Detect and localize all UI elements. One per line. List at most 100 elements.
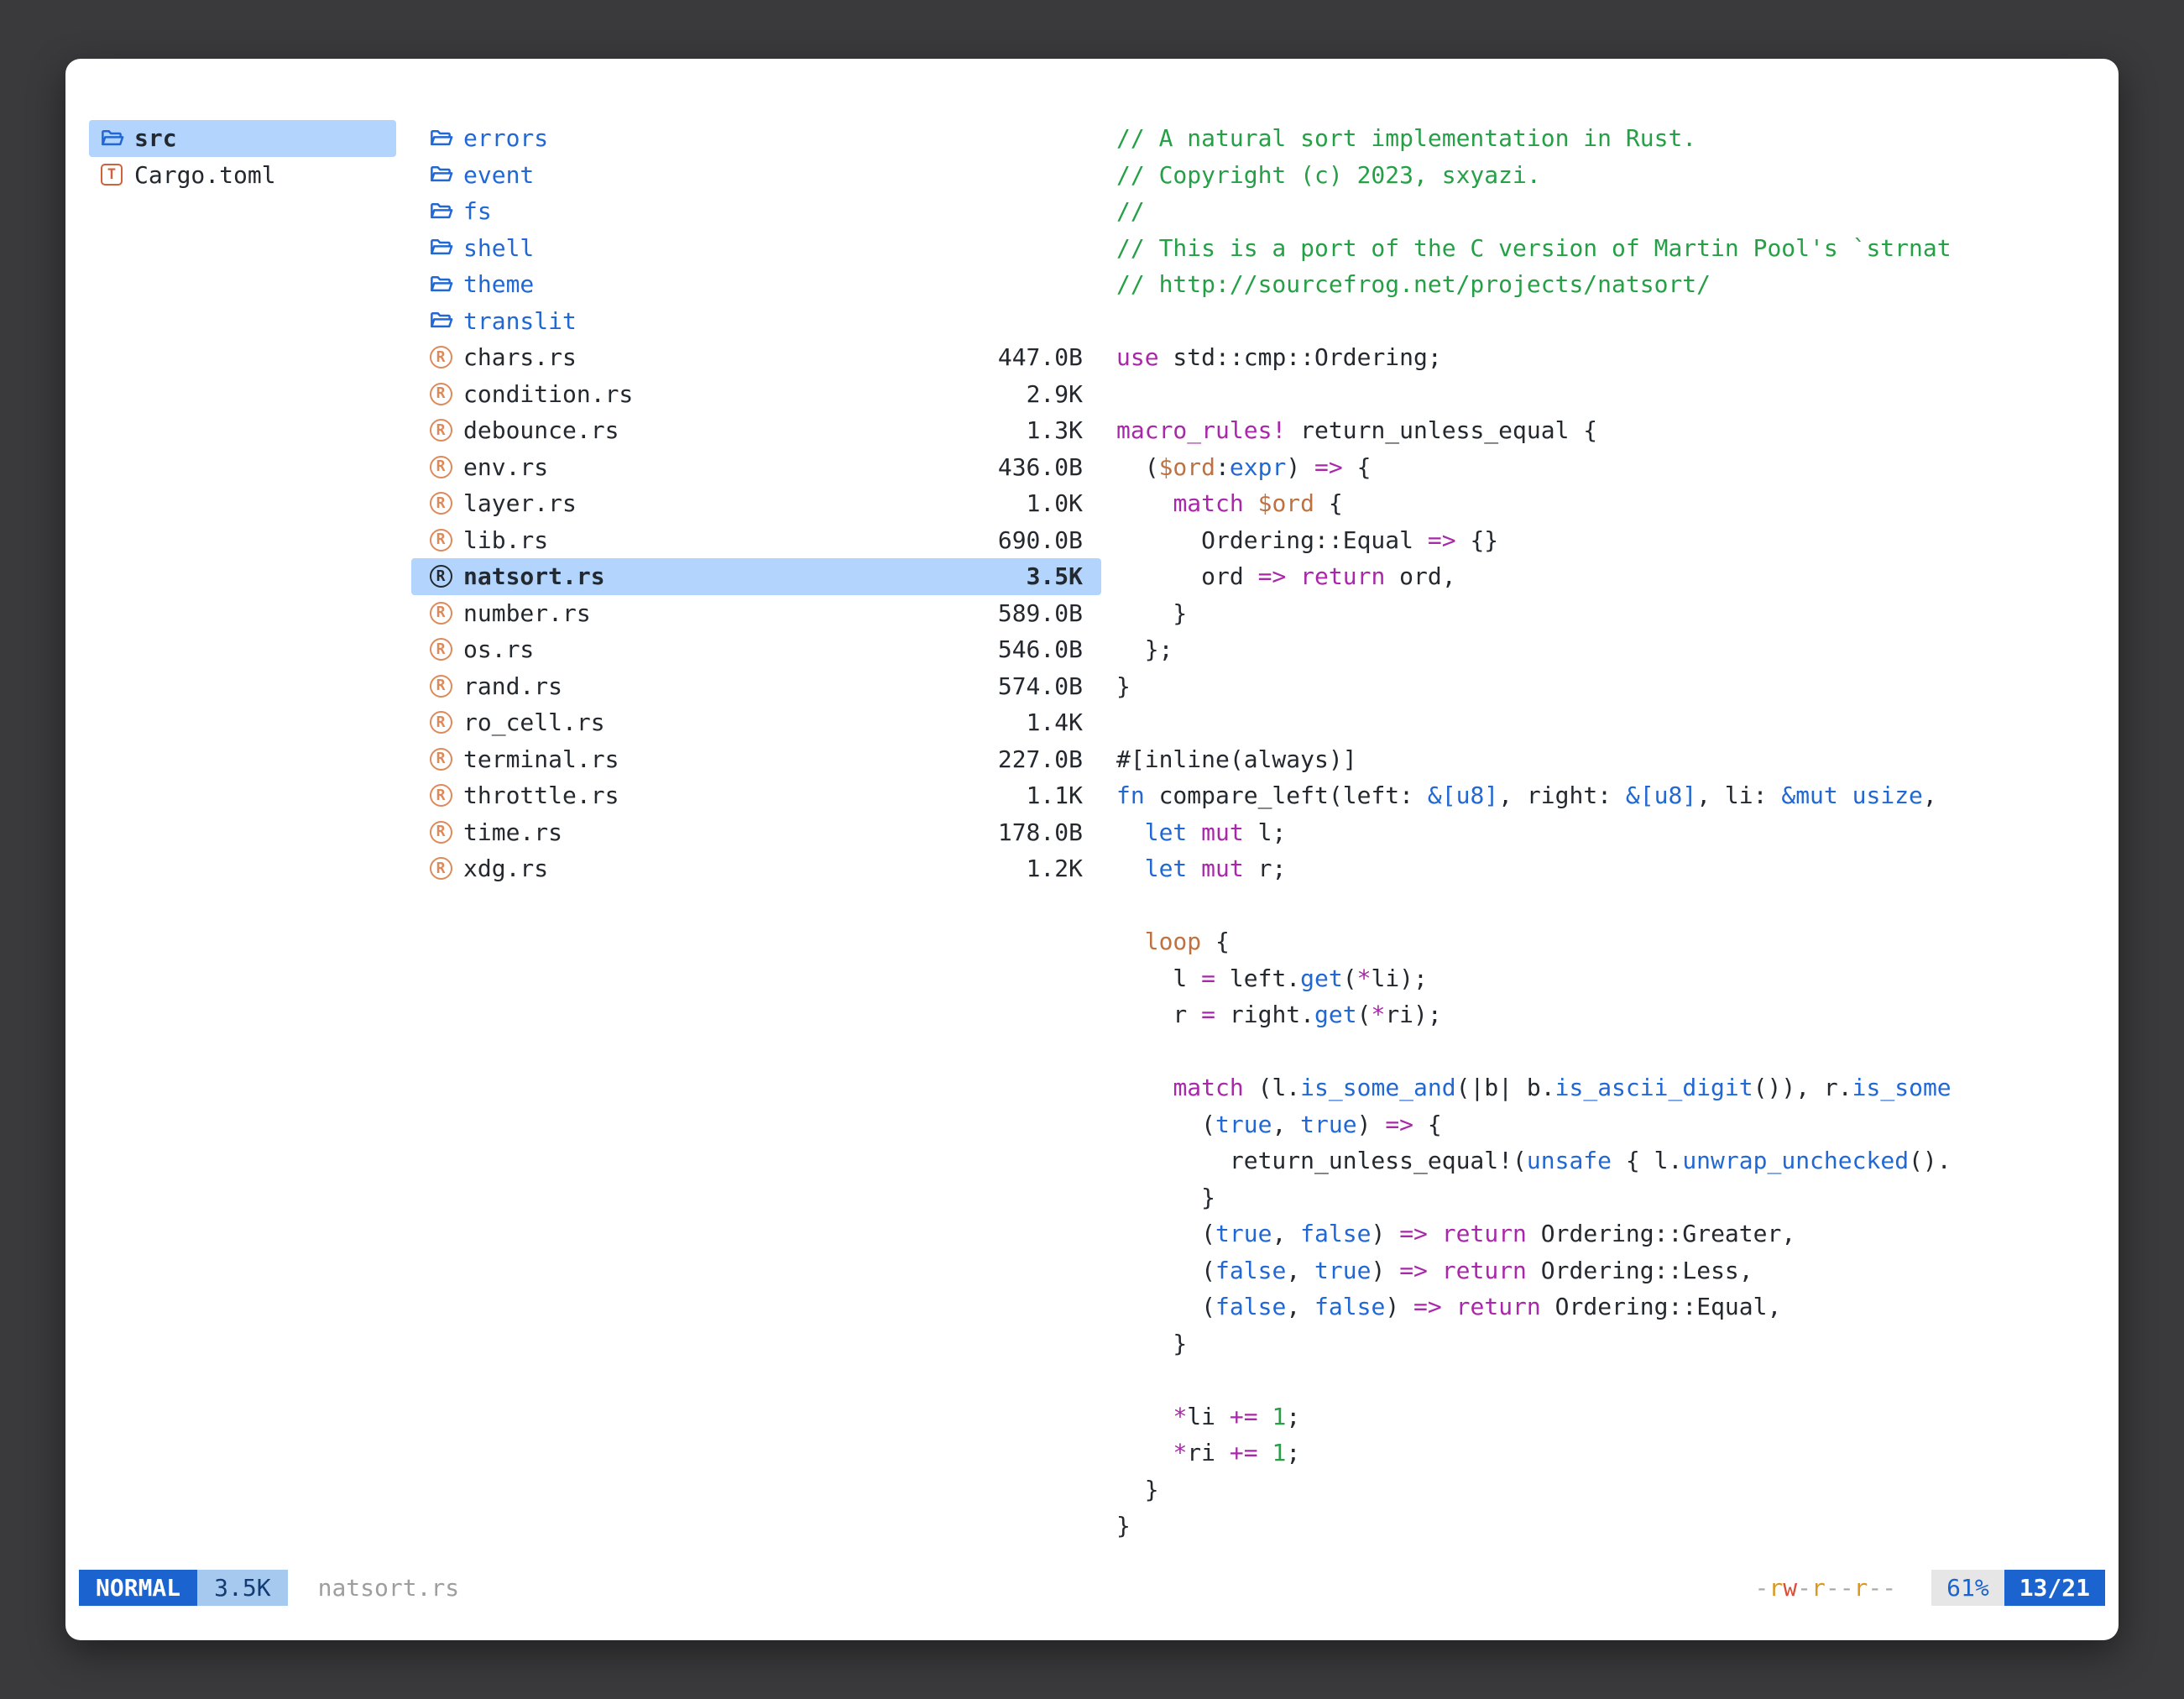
code-line: ord => return ord, xyxy=(1116,558,2119,595)
folder-icon xyxy=(428,308,453,333)
yazi-window: R T src R T Cargo.toml xyxy=(65,59,2119,1640)
file-size: 1.2K xyxy=(1027,855,1083,882)
file-row[interactable]: R T shell xyxy=(411,230,1101,267)
file-row[interactable]: R T event xyxy=(411,157,1101,194)
file-row[interactable]: R T time.rs 178.0B xyxy=(411,814,1101,851)
file-size: 3.5K xyxy=(1027,562,1083,590)
file-name: src xyxy=(134,124,177,152)
code-line: // Copyright (c) 2023, sxyazi. xyxy=(1116,157,2119,194)
file-icon-wrap: R T xyxy=(426,272,455,297)
file-size: 690.0B xyxy=(998,526,1083,554)
code-line: // http://sourcefrog.net/projects/natsor… xyxy=(1116,266,2119,303)
file-size: 436.0B xyxy=(998,453,1083,481)
file-row[interactable]: R T theme xyxy=(411,266,1101,303)
file-icon-wrap: R T xyxy=(426,857,455,880)
file-size: 1.0K xyxy=(1027,489,1083,517)
file-icon-wrap: R T xyxy=(426,638,455,661)
file-size: 178.0B xyxy=(998,818,1083,846)
code-line: } xyxy=(1116,1472,2119,1508)
file-name: errors xyxy=(463,124,548,152)
permissions: -rw-r--r-- xyxy=(1755,1574,1897,1602)
file-row[interactable]: R T os.rs 546.0B xyxy=(411,631,1101,668)
rust-file-icon: R xyxy=(430,711,452,734)
file-row[interactable]: R T lib.rs 690.0B xyxy=(411,522,1101,559)
file-icon-wrap: R T xyxy=(426,419,455,442)
file-name: fs xyxy=(463,197,492,225)
file-row[interactable]: R T natsort.rs 3.5K xyxy=(411,558,1101,595)
file-row[interactable]: R T errors xyxy=(411,120,1101,157)
file-name: terminal.rs xyxy=(463,745,619,773)
file-name: translit xyxy=(463,307,577,335)
code-line: (false, true) => return Ordering::Less, xyxy=(1116,1252,2119,1289)
file-name: os.rs xyxy=(463,635,534,663)
file-icon-wrap: R T xyxy=(426,126,455,151)
folder-icon xyxy=(428,199,453,224)
current-pane: R T errors R T event R xyxy=(411,120,1101,887)
file-icon-wrap: R T xyxy=(426,565,455,588)
file-name: env.rs xyxy=(463,453,548,481)
rust-file-icon: R xyxy=(430,383,452,405)
file-icon-wrap: R T xyxy=(97,126,126,151)
file-name: throttle.rs xyxy=(463,782,619,809)
file-row[interactable]: R T fs xyxy=(411,193,1101,230)
file-row[interactable]: R T throttle.rs 1.1K xyxy=(411,777,1101,814)
file-row[interactable]: R T Cargo.toml xyxy=(89,157,396,194)
file-icon-wrap: R T xyxy=(426,235,455,260)
folder-icon xyxy=(428,235,453,260)
code-line: // xyxy=(1116,193,2119,230)
file-name: Cargo.toml xyxy=(134,161,276,189)
file-size: 574.0B xyxy=(998,672,1083,700)
file-size: 447.0B xyxy=(998,343,1083,371)
file-name: chars.rs xyxy=(463,343,577,371)
rust-file-icon: R xyxy=(430,565,452,588)
code-line: use std::cmp::Ordering; xyxy=(1116,339,2119,376)
rust-file-icon: R xyxy=(430,784,452,807)
file-row[interactable]: R T ro_cell.rs 1.4K xyxy=(411,704,1101,741)
file-size: 1.1K xyxy=(1027,782,1083,809)
code-line: let mut l; xyxy=(1116,814,2119,851)
code-line xyxy=(1116,1362,2119,1398)
file-name: layer.rs xyxy=(463,489,577,517)
file-row[interactable]: R T chars.rs 447.0B xyxy=(411,339,1101,376)
file-row[interactable]: R T condition.rs 2.9K xyxy=(411,376,1101,413)
code-line: } xyxy=(1116,595,2119,632)
code-line: #[inline(always)] xyxy=(1116,741,2119,778)
code-line: // This is a port of the C version of Ma… xyxy=(1116,230,2119,267)
rust-file-icon: R xyxy=(430,346,452,369)
file-name: event xyxy=(463,161,534,189)
code-line xyxy=(1116,303,2119,340)
file-name: natsort.rs xyxy=(463,562,605,590)
file-row[interactable]: R T debounce.rs 1.3K xyxy=(411,412,1101,449)
file-name: ro_cell.rs xyxy=(463,708,605,736)
file-row[interactable]: R T rand.rs 574.0B xyxy=(411,668,1101,705)
code-line: fn compare_left(left: &[u8], right: &[u8… xyxy=(1116,777,2119,814)
file-row[interactable]: R T translit xyxy=(411,303,1101,340)
file-row[interactable]: R T terminal.rs 227.0B xyxy=(411,741,1101,778)
file-size: 1.4K xyxy=(1027,708,1083,736)
file-name: lib.rs xyxy=(463,526,548,554)
file-row[interactable]: R T layer.rs 1.0K xyxy=(411,485,1101,522)
rust-file-icon: R xyxy=(430,857,452,880)
code-line: *ri += 1; xyxy=(1116,1435,2119,1472)
file-row[interactable]: R T number.rs 589.0B xyxy=(411,595,1101,632)
file-row[interactable]: R T xdg.rs 1.2K xyxy=(411,850,1101,887)
code-line: match (l.is_some_and(|b| b.is_ascii_digi… xyxy=(1116,1069,2119,1106)
file-name: shell xyxy=(463,234,534,262)
code-line: } xyxy=(1116,1325,2119,1362)
file-icon-wrap: R T xyxy=(426,492,455,515)
file-size: 2.9K xyxy=(1027,380,1083,408)
code-line: l = left.get(*li); xyxy=(1116,960,2119,997)
mode-badge: NORMAL xyxy=(79,1570,197,1606)
status-right: -rw-r--r-- 61% 13/21 xyxy=(1755,1570,2105,1606)
file-icon-wrap: R T xyxy=(426,383,455,405)
file-size: 227.0B xyxy=(998,745,1083,773)
file-row[interactable]: R T src xyxy=(89,120,396,157)
parent-pane: R T src R T Cargo.toml xyxy=(89,120,396,193)
rust-file-icon: R xyxy=(430,419,452,442)
cursor-position-badge: 13/21 xyxy=(2004,1570,2105,1606)
preview-pane: // A natural sort implementation in Rust… xyxy=(1116,120,2119,1566)
file-row[interactable]: R T env.rs 436.0B xyxy=(411,449,1101,486)
code-line: (false, false) => return Ordering::Equal… xyxy=(1116,1289,2119,1325)
file-name: condition.rs xyxy=(463,380,633,408)
code-line xyxy=(1116,1033,2119,1070)
